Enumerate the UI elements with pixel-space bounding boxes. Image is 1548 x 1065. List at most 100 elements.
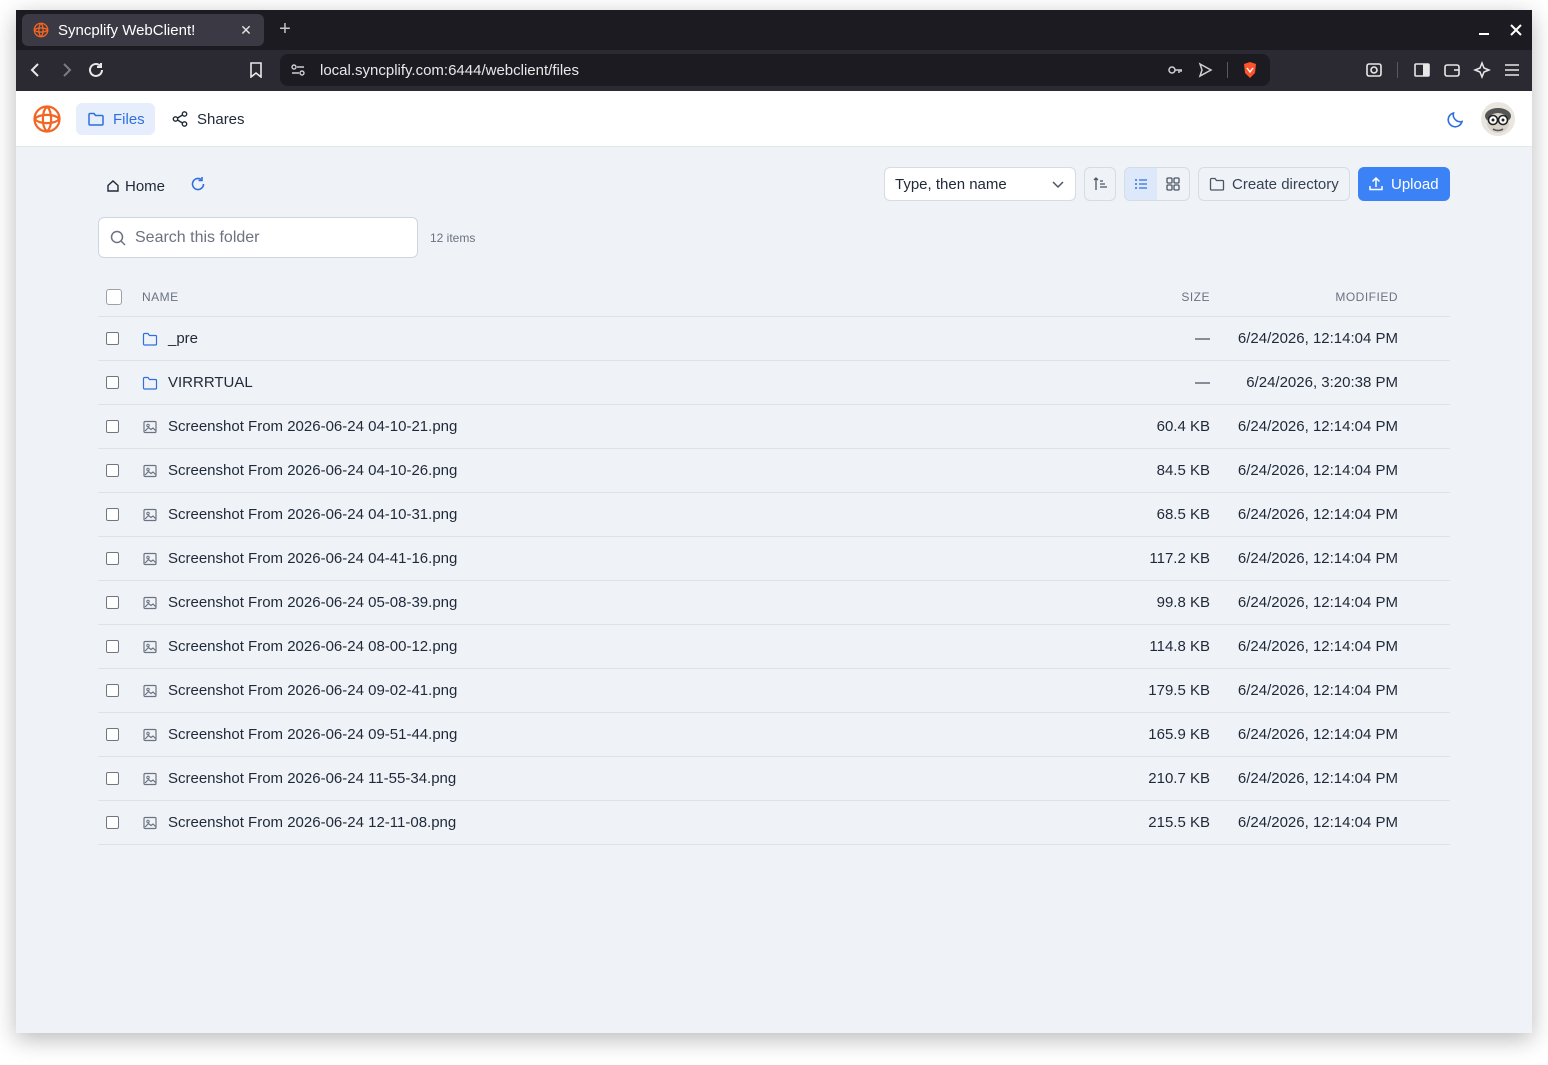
table-row[interactable]: VIRRRTUAL — 6/24/2026, 3:20:38 PM [98, 361, 1450, 405]
select-all-checkbox[interactable] [106, 288, 122, 305]
row-checkbox[interactable] [106, 332, 119, 345]
name-cell: Screenshot From 2026-06-24 11-55-34.png [142, 770, 1070, 787]
row-checkbox[interactable] [106, 640, 119, 653]
file-name[interactable]: _pre [168, 330, 198, 347]
row-checkbox[interactable] [106, 684, 119, 697]
header-size[interactable]: SIZE [1070, 290, 1210, 304]
table-row[interactable]: Screenshot From 2026-06-24 04-10-31.png 6… [98, 493, 1450, 537]
sort-ascending-icon [1092, 176, 1108, 192]
folder-icon [1209, 176, 1225, 192]
file-name[interactable]: Screenshot From 2026-06-24 08-00-12.png [168, 638, 457, 655]
name-cell: Screenshot From 2026-06-24 04-10-21.png [142, 418, 1070, 435]
view-toggle [1124, 167, 1190, 201]
wallet-icon[interactable] [1440, 58, 1464, 82]
file-name[interactable]: Screenshot From 2026-06-24 04-10-21.png [168, 418, 457, 435]
file-size: 99.8 KB [1156, 594, 1210, 611]
create-directory-button[interactable]: Create directory [1198, 167, 1350, 201]
file-name[interactable]: Screenshot From 2026-06-24 09-51-44.png [168, 726, 457, 743]
file-name[interactable]: Screenshot From 2026-06-24 04-41-16.png [168, 550, 457, 567]
row-checkbox[interactable] [106, 552, 119, 565]
header-modified[interactable]: MODIFIED [1210, 290, 1450, 304]
file-name[interactable]: Screenshot From 2026-06-24 04-10-26.png [168, 462, 457, 479]
user-avatar[interactable] [1481, 102, 1515, 136]
leo-ai-icon[interactable] [1470, 58, 1494, 82]
nav-files[interactable]: Files [76, 103, 155, 135]
forward-icon[interactable] [54, 58, 78, 82]
sort-direction-button[interactable] [1084, 167, 1116, 201]
menu-icon[interactable] [1500, 58, 1524, 82]
file-size: 215.5 KB [1148, 814, 1210, 831]
row-checkbox[interactable] [106, 464, 119, 477]
file-name[interactable]: Screenshot From 2026-06-24 04-10-31.png [168, 506, 457, 523]
refresh-icon[interactable] [190, 176, 206, 192]
file-modified: 6/24/2026, 12:14:04 PM [1237, 330, 1398, 347]
row-checkbox[interactable] [106, 376, 119, 389]
row-checkbox[interactable] [106, 728, 119, 741]
file-name[interactable]: Screenshot From 2026-06-24 05-08-39.png [168, 594, 457, 611]
name-cell: Screenshot From 2026-06-24 04-10-31.png [142, 506, 1070, 523]
send-icon[interactable] [1197, 62, 1213, 78]
sort-select[interactable]: Type, then name [884, 167, 1076, 201]
file-size: 165.9 KB [1148, 726, 1210, 743]
table-row[interactable]: Screenshot From 2026-06-24 04-10-26.png 8… [98, 449, 1450, 493]
image-file-icon [142, 507, 158, 523]
file-modified: 6/24/2026, 12:14:04 PM [1237, 638, 1398, 655]
table-row[interactable]: Screenshot From 2026-06-24 09-02-41.png 1… [98, 669, 1450, 713]
item-count: 12 items [430, 231, 476, 245]
url-text: local.syncplify.com:6444/webclient/files [320, 61, 580, 79]
grid-view-button[interactable] [1157, 168, 1189, 200]
search-input[interactable] [135, 228, 405, 247]
close-window-icon[interactable] [1506, 20, 1526, 40]
new-tab-icon[interactable]: + [276, 19, 294, 39]
upload-button[interactable]: Upload [1358, 167, 1450, 201]
syncplify-logo-icon[interactable] [31, 103, 63, 135]
tab-close-icon[interactable]: ✕ [238, 22, 254, 38]
file-size: 114.8 KB [1149, 638, 1210, 655]
theme-toggle-moon-icon[interactable] [1446, 109, 1466, 129]
table-row[interactable]: _pre — 6/24/2026, 12:14:04 PM [98, 317, 1450, 361]
sidebar-icon[interactable] [1410, 58, 1434, 82]
back-icon[interactable] [24, 58, 48, 82]
header-name[interactable]: NAME [142, 290, 1070, 304]
table-row[interactable]: Screenshot From 2026-06-24 04-41-16.png 1… [98, 537, 1450, 581]
table-row[interactable]: Screenshot From 2026-06-24 12-11-08.png 2… [98, 801, 1450, 845]
table-row[interactable]: Screenshot From 2026-06-24 05-08-39.png 9… [98, 581, 1450, 625]
file-name[interactable]: Screenshot From 2026-06-24 12-11-08.png [168, 814, 456, 831]
bookmark-icon[interactable] [244, 58, 268, 82]
file-name[interactable]: Screenshot From 2026-06-24 09-02-41.png [168, 682, 457, 699]
table-row[interactable]: Screenshot From 2026-06-24 04-10-21.png 6… [98, 405, 1450, 449]
file-size: — [1195, 330, 1210, 347]
grid-view-icon [1165, 176, 1181, 192]
row-checkbox[interactable] [106, 420, 119, 433]
breadcrumb[interactable]: Home [106, 175, 165, 197]
minimize-icon[interactable] [1474, 20, 1494, 40]
file-modified: 6/24/2026, 12:14:04 PM [1237, 550, 1398, 567]
nav-shares[interactable]: Shares [163, 103, 245, 135]
list-view-icon [1133, 176, 1149, 192]
table-row[interactable]: Screenshot From 2026-06-24 08-00-12.png 1… [98, 625, 1450, 669]
browser-tab[interactable]: Syncplify WebClient! ✕ [22, 14, 264, 46]
folder-icon [142, 331, 158, 347]
screenshot-icon[interactable] [1362, 58, 1386, 82]
breadcrumb-home[interactable]: Home [125, 178, 165, 195]
list-view-button[interactable] [1125, 168, 1157, 200]
table-row[interactable]: Screenshot From 2026-06-24 11-55-34.png 2… [98, 757, 1450, 801]
row-checkbox[interactable] [106, 508, 119, 521]
file-name[interactable]: VIRRRTUAL [168, 374, 253, 391]
file-modified: 6/24/2026, 12:14:04 PM [1237, 594, 1398, 611]
tab-title: Syncplify WebClient! [58, 21, 196, 39]
key-icon[interactable] [1167, 62, 1183, 78]
site-settings-icon[interactable] [290, 62, 306, 78]
upload-label: Upload [1391, 175, 1439, 193]
row-checkbox[interactable] [106, 772, 119, 785]
file-modified: 6/24/2026, 12:14:04 PM [1237, 682, 1398, 699]
row-checkbox[interactable] [106, 596, 119, 609]
file-table: NAME SIZE MODIFIED _pre — 6/24/2026, 12:14… [98, 277, 1450, 845]
file-modified: 6/24/2026, 12:14:04 PM [1237, 726, 1398, 743]
table-row[interactable]: Screenshot From 2026-06-24 09-51-44.png 1… [98, 713, 1450, 757]
reload-icon[interactable] [84, 58, 108, 82]
file-name[interactable]: Screenshot From 2026-06-24 11-55-34.png [168, 770, 456, 787]
row-checkbox[interactable] [106, 816, 119, 829]
brave-shield-icon[interactable] [1242, 61, 1258, 79]
address-bar[interactable]: local.syncplify.com:6444/webclient/files [280, 54, 1270, 86]
